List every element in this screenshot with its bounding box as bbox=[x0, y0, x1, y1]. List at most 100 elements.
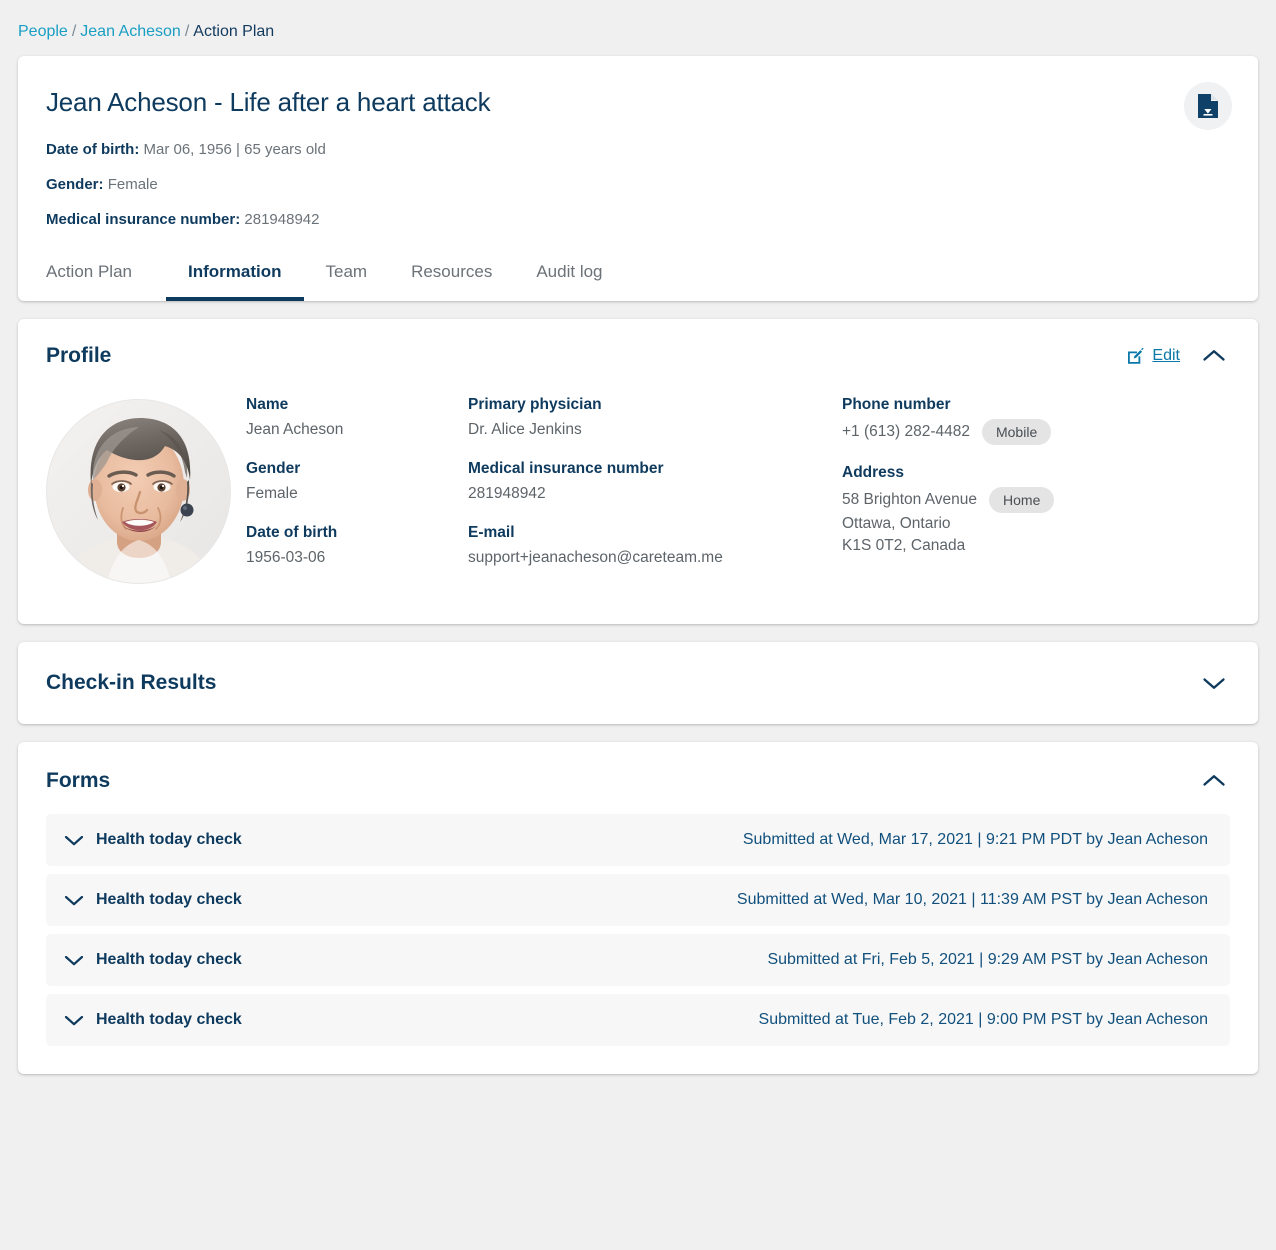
profile-title: Profile bbox=[46, 344, 112, 367]
chevron-down-icon[interactable] bbox=[64, 1014, 84, 1027]
chevron-down-icon[interactable] bbox=[64, 954, 84, 967]
form-row-status: Submitted at Wed, Mar 17, 2021 | 9:21 PM… bbox=[742, 831, 1208, 848]
tab-bar: Action Plan Information Team Resources A… bbox=[46, 251, 1230, 301]
address-line-2: Ottawa, Ontario bbox=[842, 515, 951, 532]
field-value: 1956-03-06 bbox=[246, 549, 326, 566]
form-row-left: Health today check bbox=[64, 890, 242, 910]
field-value-row: +1 (613) 282-4482 Mobile bbox=[842, 419, 1142, 445]
checkin-results-collapse-toggle[interactable] bbox=[1198, 673, 1230, 693]
profile-column-2: Primary physician Dr. Alice Jenkins Medi… bbox=[468, 395, 842, 584]
field-address: Address 58 Brighton Avenue Home Ottawa, … bbox=[842, 463, 1142, 557]
breadcrumb-separator: / bbox=[184, 23, 190, 40]
download-button[interactable] bbox=[1184, 82, 1232, 130]
field-value: Female bbox=[246, 485, 298, 502]
profile-body: Name Jean Acheson Gender Female Date of … bbox=[18, 379, 1258, 624]
field-value-row: 58 Brighton Avenue Home bbox=[842, 487, 1142, 513]
phone-type-badge: Mobile bbox=[981, 419, 1052, 445]
patient-header-card: Jean Acheson - Life after a heart attack… bbox=[18, 56, 1258, 301]
meta-value: Female bbox=[107, 176, 158, 193]
form-row-name: Health today check bbox=[96, 1011, 242, 1028]
form-row-name: Health today check bbox=[96, 951, 242, 968]
edit-profile-label: Edit bbox=[1152, 347, 1180, 364]
form-row-status: Submitted at Fri, Feb 5, 2021 | 9:29 AM … bbox=[767, 951, 1208, 968]
checkin-results-header[interactable]: Check-in Results bbox=[18, 642, 1258, 724]
form-row-status: Submitted at Tue, Feb 2, 2021 | 9:00 PM … bbox=[758, 1011, 1208, 1028]
chevron-up-icon bbox=[1202, 348, 1226, 364]
meta-label: Medical insurance number: bbox=[46, 211, 241, 228]
chevron-down-icon[interactable] bbox=[64, 894, 84, 907]
profile-column-3: Phone number +1 (613) 282-4482 Mobile Ad… bbox=[842, 395, 1142, 584]
table-row[interactable]: Health today check Submitted at Tue, Feb… bbox=[46, 994, 1230, 1046]
document-download-icon bbox=[1197, 93, 1219, 119]
breadcrumb-separator: / bbox=[71, 23, 77, 40]
forms-collapse-toggle[interactable] bbox=[1198, 771, 1230, 791]
page-title: Jean Acheson - Life after a heart attack bbox=[46, 87, 491, 117]
field-value: Dr. Alice Jenkins bbox=[468, 421, 582, 438]
field-label: Medical insurance number bbox=[468, 460, 664, 477]
table-row[interactable]: Health today check Submitted at Wed, Mar… bbox=[46, 814, 1230, 866]
meta-date-of-birth: Date of birth: Mar 06, 1956 | 65 years o… bbox=[46, 140, 1230, 159]
field-label: Phone number bbox=[842, 396, 951, 413]
meta-medical-insurance-number: Medical insurance number: 281948942 bbox=[46, 210, 1230, 229]
checkin-results-card: Check-in Results bbox=[18, 642, 1258, 724]
chevron-down-icon bbox=[1202, 675, 1226, 691]
forms-header: Forms bbox=[18, 742, 1258, 808]
field-label: Date of birth bbox=[246, 524, 338, 541]
field-medical-insurance-number: Medical insurance number 281948942 bbox=[468, 459, 842, 505]
meta-value: Mar 06, 1956 | 65 years old bbox=[143, 141, 326, 158]
field-phone-number: Phone number +1 (613) 282-4482 Mobile bbox=[842, 395, 1142, 445]
field-label: Primary physician bbox=[468, 396, 602, 413]
meta-label: Date of birth: bbox=[46, 141, 140, 158]
breadcrumb-item-people[interactable]: People bbox=[18, 23, 68, 40]
field-name: Name Jean Acheson bbox=[246, 395, 468, 441]
field-value: support+jeanacheson@careteam.me bbox=[468, 549, 723, 566]
field-label: Gender bbox=[246, 460, 301, 477]
page-root: People / Jean Acheson / Action Plan Jean Ach… bbox=[0, 0, 1276, 1112]
address-type-badge: Home bbox=[989, 487, 1055, 513]
tab-audit-log[interactable]: Audit log bbox=[514, 251, 624, 301]
forms-card: Forms Health today check Submitted at We… bbox=[18, 742, 1258, 1074]
form-row-left: Health today check bbox=[64, 950, 242, 970]
forms-title: Forms bbox=[46, 769, 111, 792]
breadcrumb: People / Jean Acheson / Action Plan bbox=[18, 0, 1258, 56]
breadcrumb-item-action-plan: Action Plan bbox=[193, 23, 275, 40]
field-value: 281948942 bbox=[468, 485, 546, 502]
address-line-3: K1S 0T2, Canada bbox=[842, 537, 966, 554]
form-row-name: Health today check bbox=[96, 891, 242, 908]
table-row[interactable]: Health today check Submitted at Fri, Feb… bbox=[46, 934, 1230, 986]
chevron-up-icon bbox=[1202, 773, 1226, 789]
avatar bbox=[46, 399, 231, 584]
field-date-of-birth: Date of birth 1956-03-06 bbox=[246, 523, 468, 569]
meta-gender: Gender: Female bbox=[46, 175, 1230, 194]
tab-information[interactable]: Information bbox=[166, 251, 304, 301]
chevron-down-icon[interactable] bbox=[64, 834, 84, 847]
field-primary-physician: Primary physician Dr. Alice Jenkins bbox=[468, 395, 842, 441]
edit-profile-button[interactable]: Edit bbox=[1127, 347, 1180, 365]
tab-resources[interactable]: Resources bbox=[389, 251, 514, 301]
forms-list: Health today check Submitted at Wed, Mar… bbox=[18, 808, 1258, 1074]
meta-value: 281948942 bbox=[244, 211, 320, 228]
avatar-image bbox=[47, 400, 230, 583]
profile-collapse-toggle[interactable] bbox=[1198, 346, 1230, 366]
field-value: 58 Brighton Avenue bbox=[842, 491, 978, 508]
field-label: Address bbox=[842, 464, 905, 481]
field-value: +1 (613) 282-4482 bbox=[842, 423, 970, 440]
field-label: E-mail bbox=[468, 524, 515, 541]
meta-label: Gender: bbox=[46, 176, 104, 193]
table-row[interactable]: Health today check Submitted at Wed, Mar… bbox=[46, 874, 1230, 926]
field-label: Name bbox=[246, 396, 289, 413]
field-value: Jean Acheson bbox=[246, 421, 344, 438]
form-row-status: Submitted at Wed, Mar 10, 2021 | 11:39 A… bbox=[736, 891, 1208, 908]
form-row-name: Health today check bbox=[96, 831, 242, 848]
profile-header: Profile Edit bbox=[18, 319, 1258, 379]
profile-fields: Name Jean Acheson Gender Female Date of … bbox=[246, 395, 1230, 584]
profile-card: Profile Edit Name Jean Acheson Gender Fe… bbox=[18, 319, 1258, 624]
profile-column-1: Name Jean Acheson Gender Female Date of … bbox=[246, 395, 468, 584]
tab-action-plan[interactable]: Action Plan bbox=[46, 251, 154, 301]
field-email: E-mail support+jeanacheson@careteam.me bbox=[468, 523, 842, 569]
avatar-wrap bbox=[46, 395, 246, 584]
pencil-square-icon bbox=[1127, 347, 1145, 365]
tab-team[interactable]: Team bbox=[304, 251, 390, 301]
form-row-left: Health today check bbox=[64, 830, 242, 850]
breadcrumb-item-jean-acheson[interactable]: Jean Acheson bbox=[80, 23, 181, 40]
